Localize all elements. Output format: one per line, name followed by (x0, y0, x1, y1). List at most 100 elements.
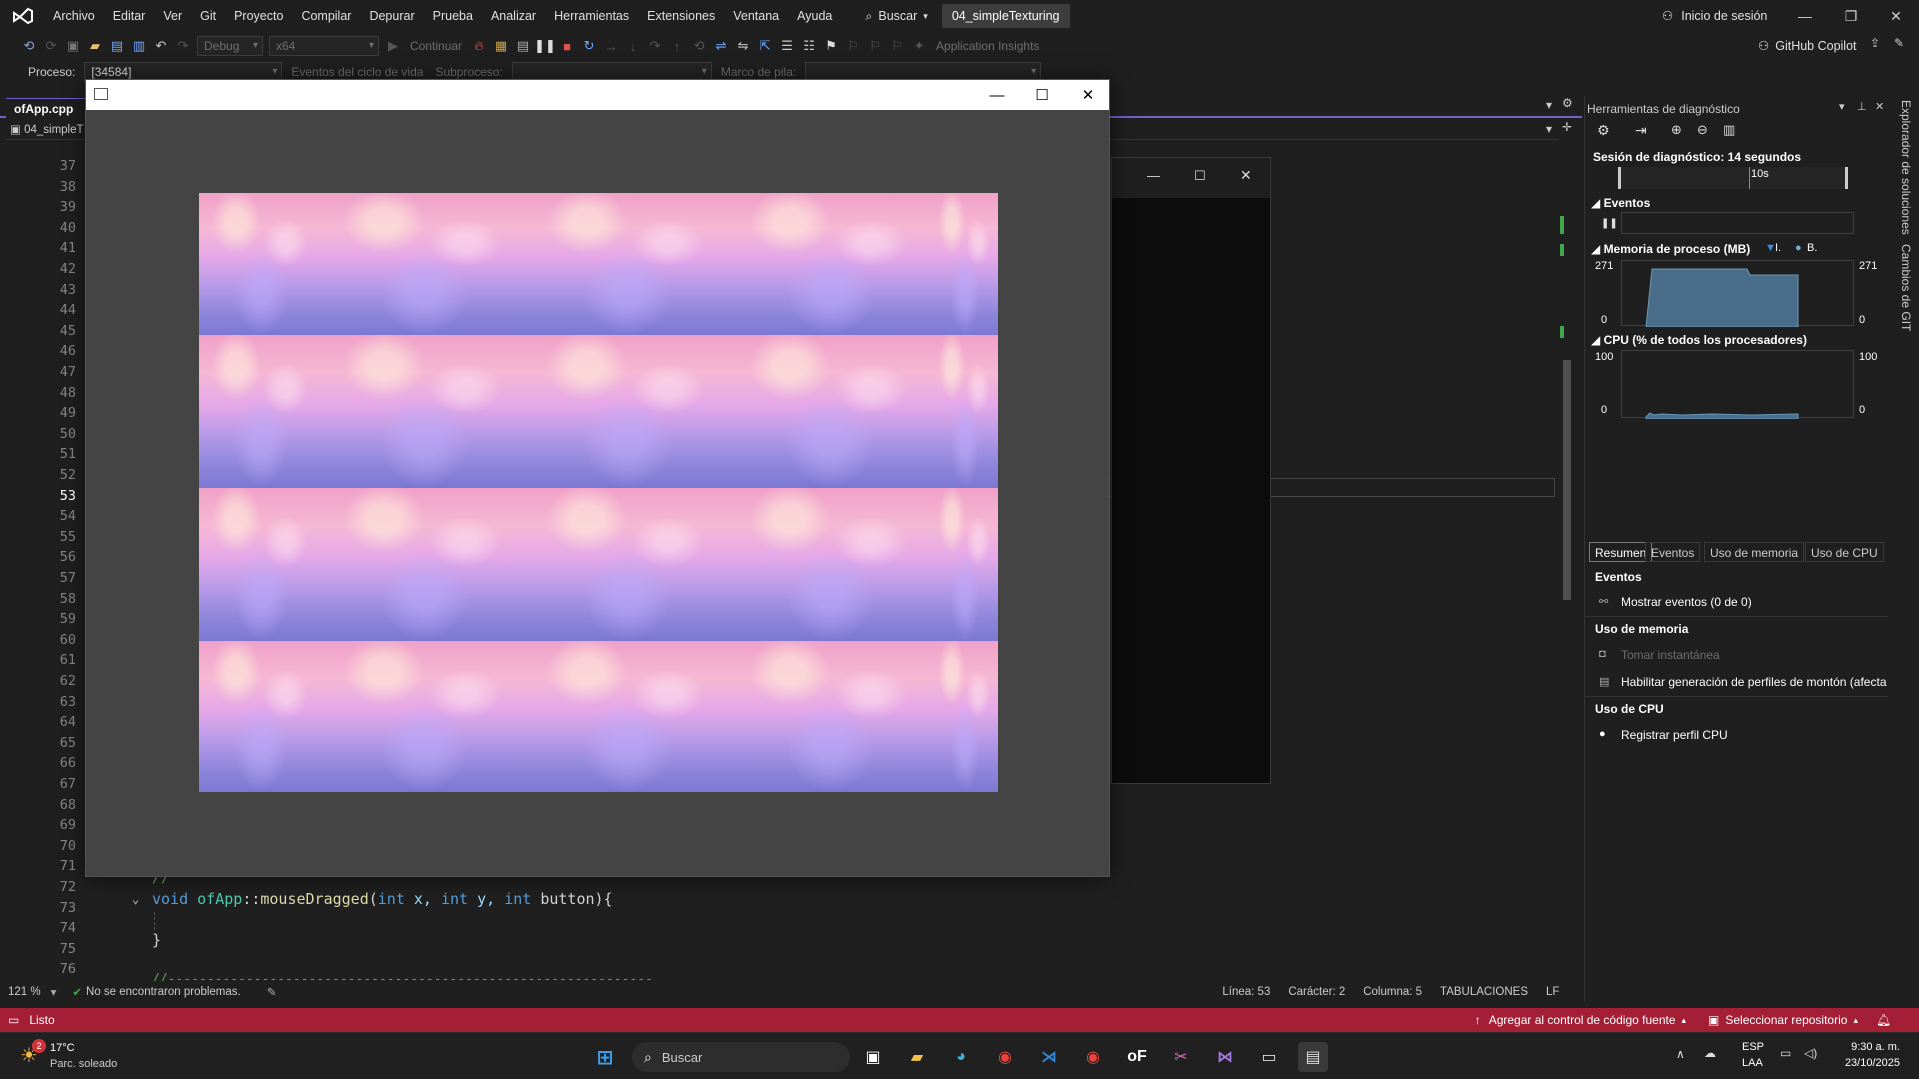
search-button[interactable]: ⌕ Buscar ▾ (855, 4, 937, 28)
volume-icon[interactable]: ◁) (1804, 1046, 1817, 1060)
bookmark-next-icon[interactable]: ⚐ (864, 35, 886, 57)
menu-prueba[interactable]: Prueba (424, 0, 482, 32)
hot-reload-icon[interactable]: 🔥︎ (468, 35, 490, 57)
close-button[interactable]: ✕ (1873, 0, 1919, 32)
navigate-back-icon[interactable]: ⟲ (18, 35, 40, 57)
project-nav-select[interactable]: ▣ 04_simpleT (10, 122, 84, 136)
platform-select[interactable]: x64 (269, 36, 379, 56)
tab-resumen[interactable]: Resumen (1589, 542, 1653, 562)
char-indicator[interactable]: Carácter: 2 (1288, 986, 1345, 998)
cursor-icon[interactable]: ⇱ (754, 35, 776, 57)
record-cpu-profile-button[interactable]: Registrar perfil CPU (1621, 728, 1728, 742)
show-next-statement-icon[interactable]: → (600, 35, 622, 57)
menu-ventana[interactable]: Ventana (724, 0, 788, 32)
configuration-select[interactable]: Debug (197, 36, 263, 56)
memory-header[interactable]: ◢ Memoria de proceso (MB) (1591, 242, 1750, 256)
column-indicator[interactable]: Columna: 5 (1363, 986, 1422, 998)
zoom-out-icon[interactable]: ⊖ (1697, 122, 1708, 138)
edge-icon[interactable]: ◕ (946, 1042, 976, 1072)
chevron-up-icon[interactable]: ∧ (1676, 1047, 1685, 1061)
cpu-chart[interactable] (1621, 350, 1854, 420)
clock-time[interactable]: 9:30 a. m. (1840, 1041, 1900, 1053)
source-control-button[interactable]: Agregar al control de código fuente (1489, 1013, 1676, 1027)
bookmark-icon[interactable]: ⚑ (820, 35, 842, 57)
menu-depurar[interactable]: Depurar (360, 0, 423, 32)
hot-restart-icon[interactable]: ⟲ (688, 35, 710, 57)
menu-analizar[interactable]: Analizar (482, 0, 545, 32)
diagnostic-icon[interactable]: ▦ (490, 35, 512, 57)
menu-archivo[interactable]: Archivo (44, 0, 104, 32)
restore-button[interactable]: ❐ (1828, 0, 1874, 32)
menu-editar[interactable]: Editar (104, 0, 155, 32)
visual-studio-icon[interactable]: ⋈ (1210, 1042, 1240, 1072)
pin-icon[interactable]: ⊥ (1857, 100, 1867, 113)
texture-canvas[interactable] (199, 193, 998, 792)
app-insights-button[interactable]: Application Insights (930, 39, 1045, 53)
settings-icon[interactable]: ⚙ (1562, 96, 1573, 110)
breakpoint-icon[interactable]: ⇌ (710, 35, 732, 57)
minimize-button[interactable]: — (1782, 0, 1828, 32)
tab-eventos[interactable]: Eventos (1645, 542, 1701, 562)
network-icon[interactable]: ▭ (1780, 1046, 1791, 1060)
continue-button[interactable]: Continuar (404, 39, 468, 53)
menu-git[interactable]: Git (191, 0, 225, 32)
lightbulb-icon[interactable]: ✦ (908, 35, 930, 57)
onedrive-off-icon[interactable]: ☁ (1704, 1046, 1716, 1060)
timeline-ruler[interactable]: 10s (1618, 167, 1848, 189)
lifecycle-events-button[interactable]: Eventos del ciclo de vida (285, 65, 429, 79)
navigate-forward-icon[interactable]: ⟳ (40, 35, 62, 57)
tab-uso-de-cpu[interactable]: Uso de CPU (1805, 542, 1884, 562)
stop-icon[interactable]: ■ (556, 35, 578, 57)
close-button[interactable]: ✕ (1065, 80, 1111, 110)
debug-location-icon[interactable]: ⇋ (732, 35, 754, 57)
save-icon[interactable]: ▤ (106, 35, 128, 57)
save-all-icon[interactable]: ▥ (128, 35, 150, 57)
bookmark-prev-icon[interactable]: ⚐ (842, 35, 864, 57)
weather-desc[interactable]: Parc. soleado (50, 1058, 117, 1070)
language-line-2[interactable]: LAA (1742, 1057, 1763, 1069)
minimize-button[interactable]: — (974, 80, 1020, 110)
cpu-header[interactable]: ◢ CPU (% de todos los procesadores) (1591, 333, 1807, 347)
maximize-button[interactable]: ☐ (1019, 80, 1065, 110)
chevron-down-icon[interactable]: ▾ (51, 985, 57, 999)
language-line-1[interactable]: ESP (1742, 1041, 1764, 1053)
export-icon[interactable]: ⇥ (1635, 122, 1647, 139)
menu-ayuda[interactable]: Ayuda (788, 0, 841, 32)
nav-chevron-down-icon[interactable]: ▾ (1546, 122, 1552, 136)
take-snapshot-button[interactable]: Tomar instantánea (1621, 648, 1720, 662)
visual-studio-logo-icon[interactable] (12, 7, 34, 25)
step-into-icon[interactable]: ↓ (622, 35, 644, 57)
console-window[interactable]: — ☐ ✕ (1111, 157, 1271, 784)
settings-icon[interactable]: ⚙ (1597, 122, 1610, 139)
feedback-icon[interactable]: ✎ (1894, 36, 1904, 50)
close-icon[interactable]: ✕ (1875, 100, 1884, 113)
restart-icon[interactable]: ↻ (578, 35, 600, 57)
app-window[interactable]: — ☐ ✕ (85, 79, 1110, 877)
tab-git-changes[interactable]: Cambios de GIT (1899, 244, 1913, 331)
menu-proyecto[interactable]: Proyecto (225, 0, 292, 32)
tab-uso-de-memoria[interactable]: Uso de memoria (1704, 542, 1805, 562)
menu-herramientas[interactable]: Herramientas (545, 0, 638, 32)
problems-status[interactable]: No se encontraron problemas. (86, 986, 241, 998)
openframeworks-icon[interactable]: oF (1122, 1042, 1152, 1072)
maximize-icon[interactable]: ☐ (1194, 168, 1206, 184)
redo-icon[interactable]: ↷ (172, 35, 194, 57)
eol-indicator[interactable]: LF (1546, 986, 1559, 998)
github-copilot-button[interactable]: ⚇ GitHub Copilot (1758, 36, 1857, 56)
tab-solution-explorer[interactable]: Explorador de soluciones (1899, 100, 1913, 235)
notification-icon[interactable]: 🔔︎ (1876, 1013, 1891, 1027)
events-track[interactable] (1621, 212, 1854, 234)
solution-name-badge[interactable]: 04_simpleTexturing (941, 4, 1070, 28)
line-indicator[interactable]: Línea: 53 (1222, 986, 1270, 998)
scrollbar-thumb[interactable] (1563, 360, 1571, 600)
chrome-icon[interactable]: ◉ (990, 1042, 1020, 1072)
undo-icon[interactable]: ↶ (150, 35, 172, 57)
chevron-up-icon[interactable]: ▴ (1853, 1015, 1858, 1026)
format-icon[interactable]: ☰ (776, 35, 798, 57)
zoom-level[interactable]: 121 % (8, 986, 41, 998)
step-out-icon[interactable]: ↑ (666, 35, 688, 57)
task-view-icon[interactable]: ▣ (858, 1042, 888, 1072)
close-icon[interactable]: ✕ (1240, 167, 1252, 184)
layout-icon[interactable]: ▤ (512, 35, 534, 57)
bookmark-clear-icon[interactable]: ⚐ (886, 35, 908, 57)
